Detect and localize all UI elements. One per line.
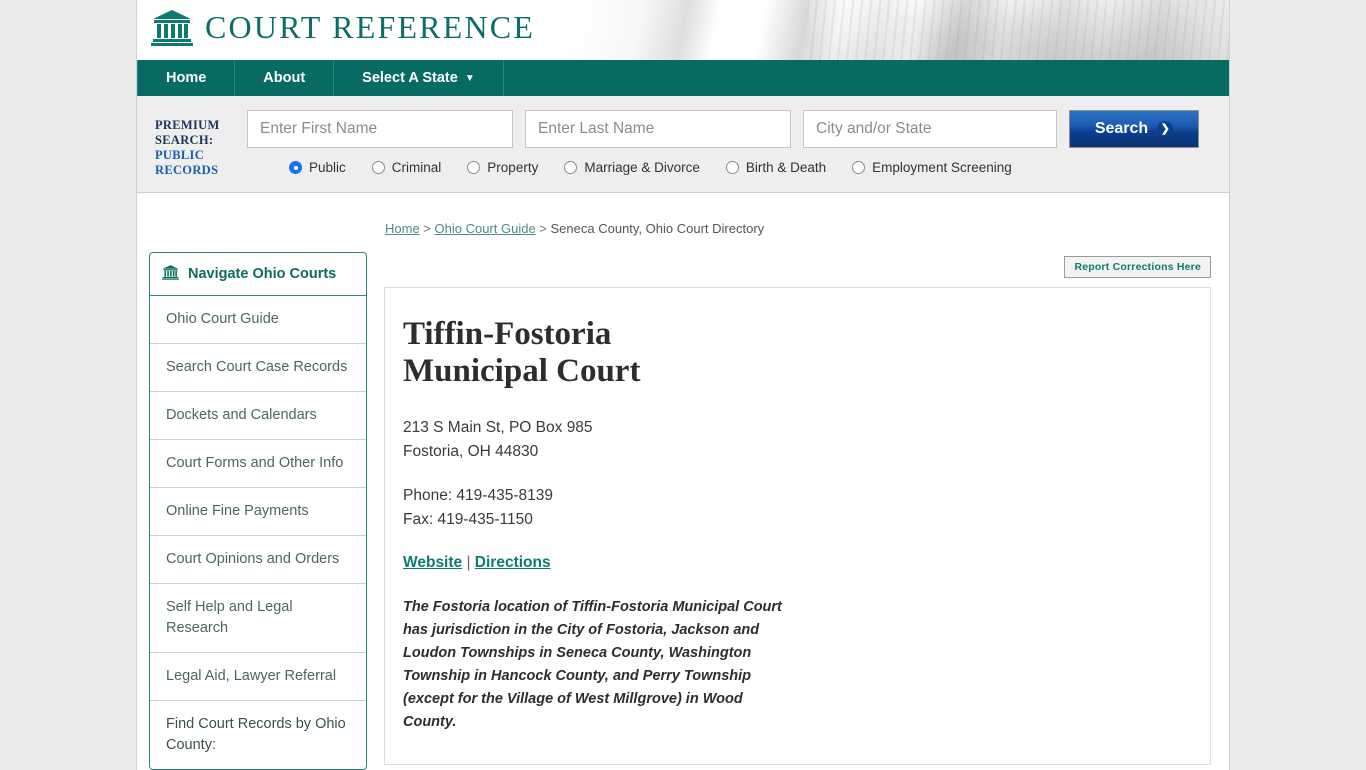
premium-label-line3[interactable]: PUBLIC xyxy=(155,148,247,163)
radio-label: Property xyxy=(487,160,539,175)
court-address: 213 S Main St, PO Box 985 Fostoria, OH 4… xyxy=(403,416,1180,464)
nav-label: About xyxy=(263,70,306,86)
sidebar-item-court-forms-and-other-info[interactable]: Court Forms and Other Info xyxy=(150,440,366,488)
court-links: Website | Directions xyxy=(403,554,1180,572)
phone-number: Phone: 419-435-8139 xyxy=(403,487,553,504)
nav-item-home[interactable]: Home xyxy=(137,60,236,96)
first-name-input[interactable] xyxy=(247,110,513,148)
sidebar-item-search-court-case-records[interactable]: Search Court Case Records xyxy=(150,344,366,392)
premium-search-label: PREMIUM SEARCH: PUBLIC RECORDS xyxy=(155,110,247,178)
radio-indicator[interactable] xyxy=(371,161,385,174)
nav-label: Select A State xyxy=(362,70,458,86)
premium-label-line4[interactable]: RECORDS xyxy=(155,163,247,178)
sidebar-item-dockets-and-calendars[interactable]: Dockets and Calendars xyxy=(150,392,366,440)
city-state-input[interactable] xyxy=(803,110,1057,148)
main-navigation: Home About Select A State ▼ xyxy=(137,60,1229,96)
search-fields-row: Search ❯ xyxy=(247,110,1211,148)
radio-label: Criminal xyxy=(391,160,442,175)
premium-search-bar: PREMIUM SEARCH: PUBLIC RECORDS Search ❯ xyxy=(137,96,1229,193)
nav-item-select-a-state[interactable]: Select A State ▼ xyxy=(334,60,504,96)
radio-option-employment-screening[interactable]: Employment Screening xyxy=(852,160,1012,175)
radio-label: Employment Screening xyxy=(872,160,1012,175)
court-contact: Phone: 419-435-8139 Fax: 419-435-1150 xyxy=(403,484,1180,532)
brand-title: COURT REFERENCE xyxy=(205,8,536,45)
nav-item-about[interactable]: About xyxy=(235,60,335,96)
website-link[interactable]: Website xyxy=(403,554,462,571)
site-logo[interactable]: COURT REFERENCE xyxy=(151,8,535,46)
radio-option-birth-death[interactable]: Birth & Death xyxy=(725,160,827,175)
sidebar-item-find-court-records-by-county: Find Court Records by Ohio County: xyxy=(166,716,346,753)
radio-label: Birth & Death xyxy=(745,160,827,175)
breadcrumb-link-ohio-court-guide[interactable]: Ohio Court Guide xyxy=(435,221,536,236)
main-column: Home > Ohio Court Guide > Seneca County,… xyxy=(367,221,1211,770)
sidebar-item-court-opinions-and-orders[interactable]: Court Opinions and Orders xyxy=(150,536,366,584)
search-controls: Search ❯ Public Criminal Property xyxy=(247,110,1211,175)
address-line-2: Fostoria, OH 44830 xyxy=(403,443,539,460)
page-container: COURT REFERENCE Home About Select A Stat… xyxy=(136,0,1230,770)
breadcrumb-separator: > xyxy=(535,221,551,236)
sidebar: Navigate Ohio Courts Ohio Court Guide Se… xyxy=(149,221,367,770)
nav-label: Home xyxy=(166,70,207,86)
sidebar-header: Navigate Ohio Courts xyxy=(150,253,366,296)
corrections-row: Report Corrections Here xyxy=(384,256,1211,278)
courthouse-icon xyxy=(162,264,179,284)
search-button-label: Search xyxy=(1094,120,1149,137)
search-button[interactable]: Search ❯ xyxy=(1069,110,1199,148)
radio-option-criminal[interactable]: Criminal xyxy=(371,160,442,175)
radio-label: Public xyxy=(309,160,346,175)
navigate-ohio-courts-box: Navigate Ohio Courts Ohio Court Guide Se… xyxy=(149,252,367,770)
link-separator: | xyxy=(462,554,475,571)
search-category-radio-group: Public Criminal Property Marriage & Divo… xyxy=(289,160,1211,175)
premium-label-line1: PREMIUM xyxy=(155,118,220,132)
site-masthead: COURT REFERENCE xyxy=(137,0,1229,60)
court-detail-card: Tiffin-Fostoria Municipal Court 213 S Ma… xyxy=(384,287,1211,765)
radio-option-marriage-divorce[interactable]: Marriage & Divorce xyxy=(564,160,700,175)
breadcrumb: Home > Ohio Court Guide > Seneca County,… xyxy=(384,221,1211,236)
sidebar-item-ohio-court-guide[interactable]: Ohio Court Guide xyxy=(150,296,366,344)
radio-label: Marriage & Divorce xyxy=(584,160,700,175)
sidebar-item-legal-aid-lawyer-referral[interactable]: Legal Aid, Lawyer Referral xyxy=(150,653,366,701)
radio-indicator[interactable] xyxy=(852,161,866,174)
radio-option-public[interactable]: Public xyxy=(289,160,346,175)
radio-option-property[interactable]: Property xyxy=(467,160,538,175)
chevron-right-glyph: ❯ xyxy=(1160,122,1170,135)
radio-indicator[interactable] xyxy=(725,161,739,174)
jurisdiction-description: The Fostoria location of Tiffin-Fostoria… xyxy=(403,599,782,730)
chevron-down-icon: ▼ xyxy=(464,72,475,84)
last-name-input[interactable] xyxy=(525,110,791,148)
page-body: Navigate Ohio Courts Ohio Court Guide Se… xyxy=(137,193,1229,770)
premium-label-line2: SEARCH: xyxy=(155,133,214,147)
page-title: Tiffin-Fostoria Municipal Court xyxy=(403,316,641,389)
radio-indicator[interactable] xyxy=(564,161,578,174)
fax-number: Fax: 419-435-1150 xyxy=(403,511,533,528)
radio-indicator[interactable] xyxy=(289,161,302,174)
breadcrumb-current: Seneca County, Ohio Court Directory xyxy=(550,221,765,236)
chevron-right-icon: ❯ xyxy=(1157,121,1174,137)
sidebar-item-online-fine-payments[interactable]: Online Fine Payments xyxy=(150,488,366,536)
radio-indicator[interactable] xyxy=(467,161,481,174)
address-line-1: 213 S Main St, PO Box 985 xyxy=(403,419,593,436)
breadcrumb-link-home[interactable]: Home xyxy=(385,221,420,236)
courthouse-icon xyxy=(151,8,193,46)
sidebar-header-label: Navigate Ohio Courts xyxy=(188,266,337,282)
report-corrections-button[interactable]: Report Corrections Here xyxy=(1064,256,1211,278)
directions-link[interactable]: Directions xyxy=(475,554,551,571)
breadcrumb-separator: > xyxy=(419,221,435,236)
sidebar-item-self-help-and-legal-research[interactable]: Self Help and Legal Research xyxy=(150,584,366,653)
